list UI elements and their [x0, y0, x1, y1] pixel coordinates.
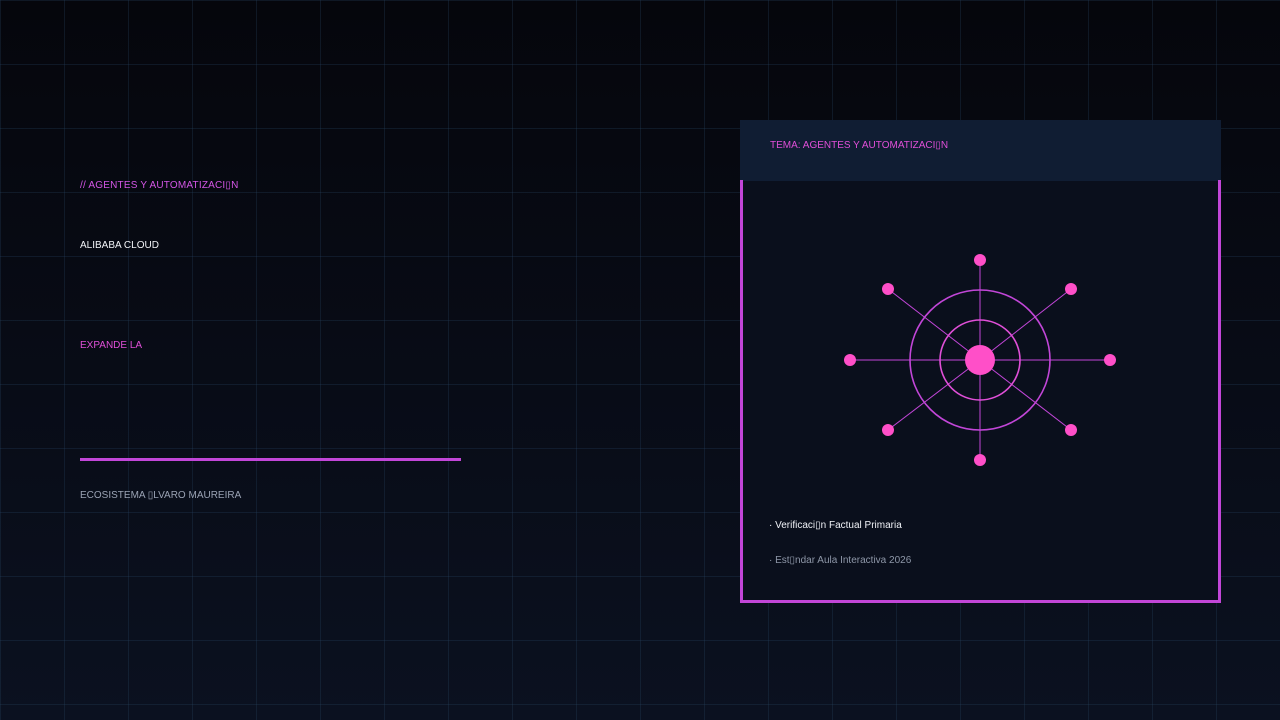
headline: EXPANDE LA	[80, 340, 143, 351]
spoke-line	[887, 288, 981, 361]
satellite-node	[1065, 283, 1077, 295]
satellite-node	[1104, 354, 1116, 366]
spoke-line	[979, 359, 1072, 431]
left-panel: // AGENTES Y AUTOMATIZACI▯N ALIBABA CLOU…	[80, 0, 480, 720]
satellite-node	[844, 354, 856, 366]
satellite-node	[974, 454, 986, 466]
card-bullet-standard: · Est▯ndar Aula Interactiva 2026	[769, 555, 912, 566]
satellite-node	[1065, 424, 1077, 436]
spoke-line	[887, 359, 981, 431]
section-kicker: // AGENTES Y AUTOMATIZACI▯N	[80, 180, 239, 191]
hub-node	[965, 345, 995, 375]
ecosystem-credit: ECOSISTEMA ▯LVARO MAUREIRA	[80, 490, 242, 501]
accent-divider	[80, 458, 461, 461]
brand-label: ALIBABA CLOUD	[80, 240, 159, 251]
satellite-node	[882, 424, 894, 436]
satellite-node	[974, 254, 986, 266]
spoke-line	[979, 288, 1072, 361]
topic-card: TEMA: AGENTES Y AUTOMATIZACI▯N · Verific…	[740, 120, 1221, 603]
card-bullet-verification: · Verificaci▯n Factual Primaria	[769, 520, 902, 531]
satellite-node	[882, 283, 894, 295]
